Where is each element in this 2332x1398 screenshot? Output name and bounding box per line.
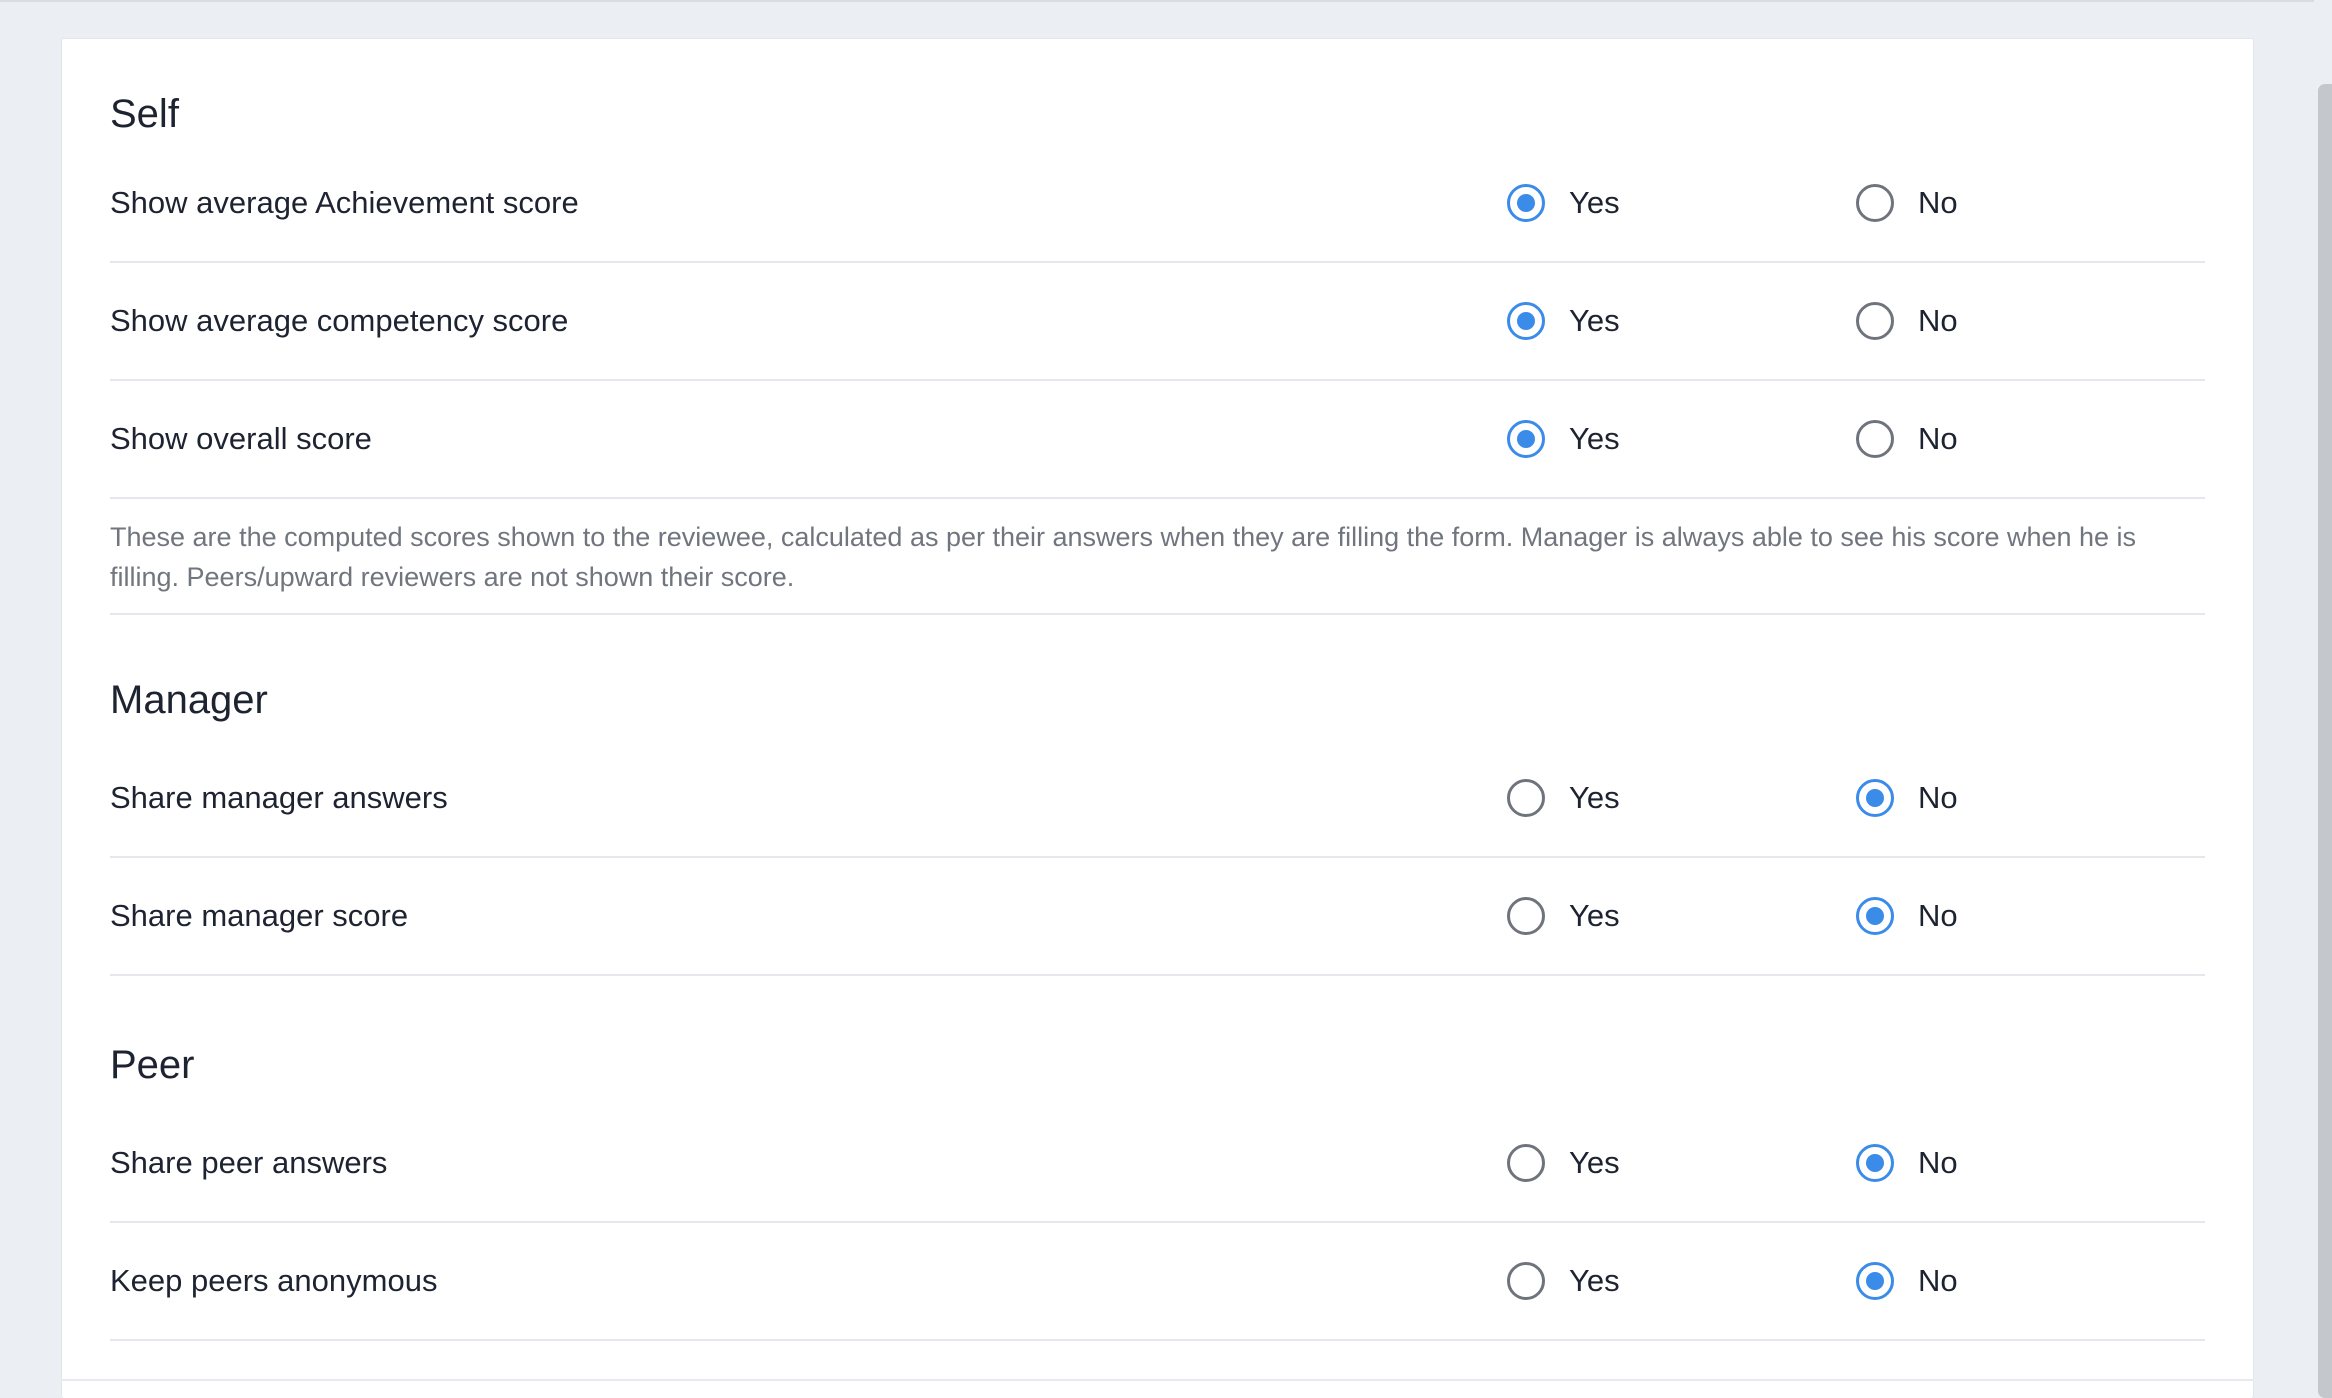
radio-option-yes[interactable]: Yes (1507, 779, 1620, 817)
setting-label: Keep peers anonymous (110, 1263, 438, 1298)
radio-button[interactable] (1856, 897, 1894, 935)
setting-label: Show average competency score (110, 303, 569, 338)
radio-option-no[interactable]: No (1856, 897, 1958, 935)
radio-label-yes[interactable]: Yes (1569, 185, 1620, 221)
setting-label: Show average Achievement score (110, 185, 579, 220)
card-bottom-divider (61, 1379, 2254, 1381)
radio-button[interactable] (1507, 1144, 1545, 1182)
section-title-manager: Manager (110, 678, 268, 722)
setting-row-share-peer-answers: Share peer answers Yes No (110, 1105, 2205, 1223)
setting-row-show-average-competency-score: Show average competency score Yes No (110, 263, 2205, 381)
radio-button[interactable] (1507, 779, 1545, 817)
radio-button[interactable] (1856, 779, 1894, 817)
radio-option-yes[interactable]: Yes (1507, 897, 1620, 935)
radio-option-yes[interactable]: Yes (1507, 1262, 1620, 1300)
radio-button[interactable] (1856, 1144, 1894, 1182)
section-title-peer: Peer (110, 1043, 195, 1087)
radio-button[interactable] (1856, 184, 1894, 222)
setting-label: Share manager score (110, 898, 409, 933)
radio-option-no[interactable]: No (1856, 420, 1958, 458)
radio-option-yes[interactable]: Yes (1507, 420, 1620, 458)
setting-row-show-overall-score: Show overall score Yes No (110, 381, 2205, 499)
radio-option-no[interactable]: No (1856, 302, 1958, 340)
radio-option-yes[interactable]: Yes (1507, 1144, 1620, 1182)
radio-label-no[interactable]: No (1918, 780, 1958, 816)
radio-label-yes[interactable]: Yes (1569, 303, 1620, 339)
radio-option-no[interactable]: No (1856, 1262, 1958, 1300)
radio-option-yes[interactable]: Yes (1507, 184, 1620, 222)
radio-button[interactable] (1507, 420, 1545, 458)
setting-row-share-manager-answers: Share manager answers Yes No (110, 740, 2205, 858)
setting-row-show-average-achievement-score: Show average Achievement score Yes No (110, 145, 2205, 263)
self-score-help-text: These are the computed scores shown to t… (110, 517, 2205, 615)
top-border (0, 0, 2332, 2)
radio-button[interactable] (1507, 1262, 1545, 1300)
section-title-self: Self (110, 92, 179, 136)
setting-label: Share manager answers (110, 780, 448, 815)
radio-option-no[interactable]: No (1856, 779, 1958, 817)
radio-button[interactable] (1856, 420, 1894, 458)
radio-button[interactable] (1507, 302, 1545, 340)
radio-label-yes[interactable]: Yes (1569, 1145, 1620, 1181)
radio-button[interactable] (1507, 184, 1545, 222)
setting-label: Share peer answers (110, 1145, 388, 1180)
radio-button[interactable] (1856, 302, 1894, 340)
radio-option-no[interactable]: No (1856, 1144, 1958, 1182)
radio-label-yes[interactable]: Yes (1569, 421, 1620, 457)
radio-button[interactable] (1507, 897, 1545, 935)
radio-label-no[interactable]: No (1918, 1263, 1958, 1299)
radio-label-no[interactable]: No (1918, 1145, 1958, 1181)
setting-row-share-manager-score: Share manager score Yes No (110, 858, 2205, 976)
setting-row-keep-peers-anonymous: Keep peers anonymous Yes No (110, 1223, 2205, 1341)
radio-button[interactable] (1856, 1262, 1894, 1300)
radio-option-yes[interactable]: Yes (1507, 302, 1620, 340)
setting-label: Show overall score (110, 421, 372, 456)
radio-label-no[interactable]: No (1918, 421, 1958, 457)
radio-label-yes[interactable]: Yes (1569, 780, 1620, 816)
scrollbar-thumb[interactable] (2318, 84, 2332, 1398)
radio-label-no[interactable]: No (1918, 898, 1958, 934)
radio-label-no[interactable]: No (1918, 185, 1958, 221)
radio-label-no[interactable]: No (1918, 303, 1958, 339)
radio-option-no[interactable]: No (1856, 184, 1958, 222)
radio-label-yes[interactable]: Yes (1569, 1263, 1620, 1299)
radio-label-yes[interactable]: Yes (1569, 898, 1620, 934)
